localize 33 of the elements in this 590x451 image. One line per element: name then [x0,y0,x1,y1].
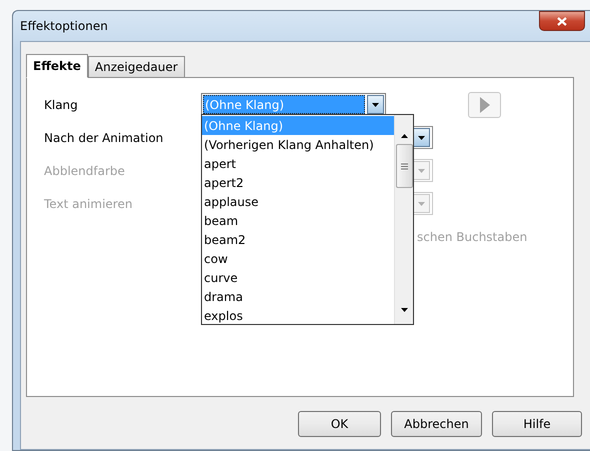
field-label: Klang [44,98,79,112]
field-label: Abblendfarbe [44,164,126,178]
dropdown-option[interactable]: apert2 [202,173,394,192]
dialog-button[interactable]: Abbrechen [391,411,482,437]
tab[interactable]: Anzeigedauer [88,56,185,77]
close-icon [557,16,567,26]
dropdown-arrow-icon [400,308,408,312]
dropdown-option[interactable]: cow [202,249,394,268]
dropdown-arrow-icon [418,136,425,140]
dropdown-option[interactable]: beam2 [202,230,394,249]
dialog-button[interactable]: OK [298,411,381,437]
scroll-up-arrow-icon [400,134,408,138]
grip-icon [400,162,408,170]
play-icon [480,96,490,112]
field-label: Nach der Animation [44,130,164,144]
dropdown-option[interactable]: applause [202,192,394,211]
window-title: Effektoptionen [20,19,108,33]
field-label: Text animieren [44,196,134,210]
play-button[interactable] [468,92,501,118]
option-label: schen Buchstaben [417,230,528,244]
dropdown-option[interactable]: apert [202,154,394,173]
scrollbar[interactable] [394,115,413,324]
close-button[interactable] [539,11,585,31]
dropdown-arrow-icon [418,168,425,172]
dropdown-arrow-icon [372,102,379,106]
tab[interactable]: Effekte [26,54,88,78]
dropdown-option[interactable]: drama [202,287,394,306]
dialog-button[interactable]: Hilfe [492,411,582,437]
dropdown-arrow-icon [418,202,425,206]
dropdown-option[interactable]: beam [202,211,394,230]
dropdown-option[interactable]: explos [202,306,394,325]
dropdown-option[interactable]: (Vorherigen Klang Anhalten) [202,135,394,154]
dropdown-option[interactable]: curve [202,268,394,287]
